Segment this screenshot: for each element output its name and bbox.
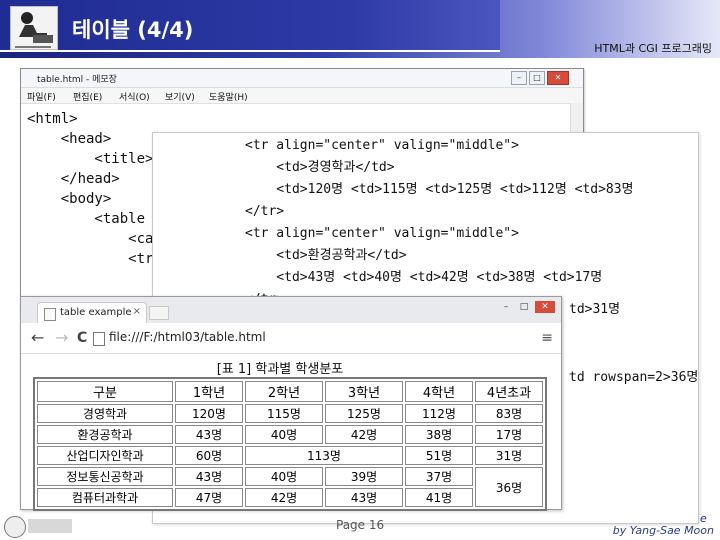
table-cell: 31명	[475, 446, 543, 465]
table-cell: 43명	[175, 467, 243, 486]
table-cell: 83명	[475, 404, 543, 423]
table-cell: 39명	[325, 467, 403, 486]
table-cell: 컴퓨터과학과	[37, 488, 173, 507]
column-header: 4학년	[405, 381, 473, 402]
reload-icon[interactable]: C	[77, 329, 87, 347]
code-line: <td>120명 <td>115명 <td>125명 <td>112명 <td>…	[245, 182, 634, 197]
browser-tabstrip: table example × – □ ✕	[21, 297, 561, 324]
browser-tab[interactable]: table example ×	[37, 302, 147, 324]
minimize-button[interactable]: –	[511, 71, 527, 85]
close-button[interactable]: ✕	[547, 71, 569, 85]
table-cell: 38명	[405, 425, 473, 444]
table-row: 컴퓨터과학과 47명 42명 43명 41명	[37, 488, 543, 507]
table-cell-rowspan: 36명	[475, 467, 543, 507]
code-line: </head>	[27, 171, 120, 187]
menu-file[interactable]: 파일(F)	[27, 90, 56, 103]
table-caption: [표 1] 학과별 학생분포	[216, 362, 344, 377]
table-header-row: 구분 1학년 2학년 3학년 4학년 4년초과	[37, 381, 543, 402]
code-line: <head>	[27, 131, 112, 147]
browser-toolbar: ← → C file:///F:/html03/table.html ≡	[21, 323, 561, 354]
file-icon	[93, 332, 105, 346]
table-cell-merged: 113명	[245, 446, 403, 465]
menu-view[interactable]: 보기(V)	[165, 90, 195, 103]
wordmark-icon	[28, 519, 72, 533]
column-header: 4년초과	[475, 381, 543, 402]
code-line: <tr>	[27, 251, 162, 267]
table-cell: 40명	[245, 425, 323, 444]
code-line: <html>	[27, 111, 78, 127]
slide-title: 테이블 (4/4)	[72, 18, 194, 42]
code-line: </tr>	[245, 204, 285, 219]
code-line: <td>43명 <td>40명 <td>42명 <td>38명 <td>17명	[245, 270, 603, 285]
code-line: <td>경영학과</td>	[245, 160, 395, 175]
code-fragment: td>31명	[569, 302, 621, 317]
table-row: 경영학과 120명 115명 125명 112명 83명	[37, 404, 543, 423]
column-header: 2학년	[245, 381, 323, 402]
menu-edit[interactable]: 편집(E)	[73, 90, 102, 103]
code-line: <body>	[27, 191, 112, 207]
column-header: 3학년	[325, 381, 403, 402]
table-cell: 17명	[475, 425, 543, 444]
tab-label: table example	[60, 307, 132, 318]
menu-icon[interactable]: ≡	[541, 330, 553, 346]
menu-format[interactable]: 서식(O)	[119, 90, 150, 103]
notepad-title: table.html - 메모장	[37, 75, 117, 85]
code-line: <td>환경공학과</td>	[245, 248, 407, 263]
table-cell: 112명	[405, 404, 473, 423]
minimize-button[interactable]: –	[499, 301, 513, 313]
student-table: 구분 1학년 2학년 3학년 4학년 4년초과 경영학과 120명 115명 1…	[33, 377, 547, 511]
column-header: 1학년	[175, 381, 243, 402]
code-fragment: td rowspan=2>36명	[569, 370, 699, 385]
seal-icon	[4, 516, 26, 538]
table-cell: 환경공학과	[37, 425, 173, 444]
code-line: <tr align="center" valign="middle">	[245, 226, 519, 241]
forward-icon[interactable]: →	[55, 329, 68, 347]
presenter-logo-icon	[10, 6, 58, 50]
table-cell: 정보통신공학과	[37, 467, 173, 486]
author-credit: by Yang-Sae Moon	[612, 524, 714, 537]
code-line: <tr align="center" valign="middle">	[245, 138, 519, 153]
table-cell: 51명	[405, 446, 473, 465]
address-bar[interactable]: file:///F:/html03/table.html	[109, 330, 266, 344]
table-cell: 40명	[245, 467, 323, 486]
code-line: <title>t	[27, 151, 162, 167]
table-row: 정보통신공학과 43명 40명 39명 37명 36명	[37, 467, 543, 507]
university-logo-icon	[4, 516, 72, 538]
table-cell: 산업디자인학과	[37, 446, 173, 465]
notepad-titlebar[interactable]: table.html - 메모장 – □ ✕	[21, 69, 583, 88]
menu-help[interactable]: 도움말(H)	[209, 90, 248, 103]
table-cell: 42명	[325, 425, 403, 444]
table-cell: 125명	[325, 404, 403, 423]
column-header: 구분	[37, 381, 173, 402]
maximize-button[interactable]: □	[517, 301, 531, 313]
page-icon	[44, 308, 56, 321]
new-tab-button[interactable]	[149, 306, 169, 320]
table-cell: 43명	[175, 425, 243, 444]
table-cell: 43명	[325, 488, 403, 507]
course-title: HTML과 CGI 프로그래밍	[594, 42, 712, 55]
code-line: <table b	[27, 211, 162, 227]
back-icon[interactable]: ←	[31, 329, 44, 347]
notepad-text[interactable]: <html> <head> <title>t </head> <body> <t…	[27, 109, 162, 269]
table-cell: 경영학과	[37, 404, 173, 423]
table-cell: 60명	[175, 446, 243, 465]
table-row: 환경공학과 43명 40명 42명 38명 17명	[37, 425, 543, 444]
tab-close-icon[interactable]: ×	[133, 306, 141, 317]
table-cell: 120명	[175, 404, 243, 423]
table-cell: 47명	[175, 488, 243, 507]
page-number: Page 16	[336, 518, 385, 532]
browser-window: table example × – □ ✕ ← → C file:///F:/h…	[20, 296, 562, 511]
table-cell: 41명	[405, 488, 473, 507]
code-line: <cap	[27, 231, 162, 247]
table-cell: 115명	[245, 404, 323, 423]
maximize-button[interactable]: □	[529, 71, 545, 85]
table-row: 산업디자인학과 60명 113명 51명 31명	[37, 446, 543, 465]
close-button[interactable]: ✕	[535, 301, 555, 313]
table-cell: 37명	[405, 467, 473, 486]
table-cell: 42명	[245, 488, 323, 507]
notepad-menubar: 파일(F) 편집(E) 서식(O) 보기(V) 도움말(H)	[21, 88, 583, 104]
